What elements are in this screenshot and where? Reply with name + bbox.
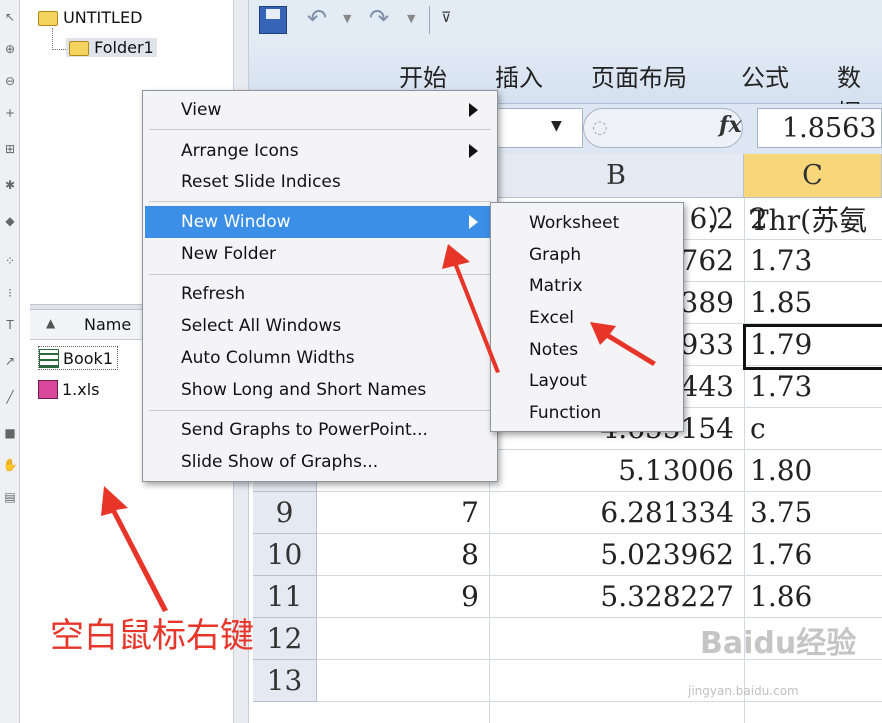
arrow-to-new-window (442, 244, 500, 373)
watermark-text: Baidu经验 (700, 626, 857, 661)
arrow-to-blank-area (101, 486, 168, 612)
watermark-url: jingyan.baidu.com (688, 684, 799, 698)
screenshot-root: ↖ ⊕ ⊖ + ⊞ ✱ ◆ ⁘ ⁝ T ↗ ╱ ■ ✋ ▤ UNTITLED F… (0, 0, 882, 723)
annotation-text: 空白鼠标右键 (50, 616, 254, 656)
arrow-to-excel (590, 322, 656, 366)
